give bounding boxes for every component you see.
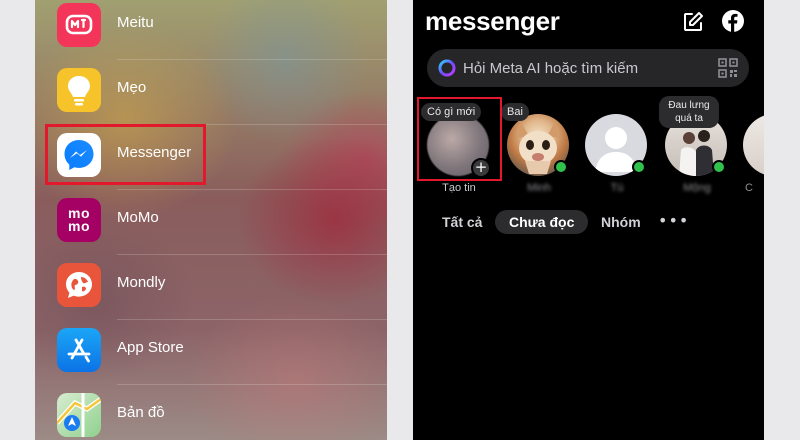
story-name: C	[745, 182, 753, 194]
meitu-icon	[57, 3, 101, 47]
lightbulb-icon	[57, 68, 101, 112]
app-row-meo[interactable]: Mẹo	[35, 60, 387, 125]
online-status-dot	[712, 160, 726, 174]
story-note-bubble: Đau lưng quá ta	[659, 96, 719, 128]
app-row-appstore[interactable]: App Store	[35, 320, 387, 385]
story-tu[interactable]: Tú	[585, 114, 649, 194]
online-status-dot	[632, 160, 646, 174]
app-label-momo: MoMo	[117, 209, 159, 226]
globe-chat-icon	[57, 263, 101, 307]
facebook-icon[interactable]	[721, 9, 745, 33]
online-status-dot	[554, 160, 568, 174]
story-name: Tạo tin	[442, 182, 476, 194]
app-row-momo[interactable]: mo mo MoMo	[35, 190, 387, 255]
app-label-appstore: App Store	[117, 339, 184, 356]
app-store-icon	[57, 328, 101, 372]
momo-icon: mo mo	[57, 198, 101, 242]
story-highlight-box	[417, 97, 502, 181]
tab-unread[interactable]: Chưa đọc	[495, 210, 589, 234]
compose-icon[interactable]	[681, 10, 705, 34]
maps-icon	[57, 393, 101, 437]
app-label-maps: Bản đồ	[117, 404, 165, 421]
search-input[interactable]: Hỏi Meta AI hoặc tìm kiếm	[427, 49, 749, 87]
search-placeholder: Hỏi Meta AI hoặc tìm kiếm	[463, 60, 639, 77]
app-label-meo: Mẹo	[117, 79, 147, 96]
more-options-icon[interactable]: •••	[658, 210, 689, 232]
app-row-meitu[interactable]: Meitu	[35, 0, 387, 60]
app-title: messenger	[425, 6, 560, 36]
app-row-mondly[interactable]: Mondly	[35, 255, 387, 320]
story-minh[interactable]: Minh	[507, 114, 571, 194]
tab-groups[interactable]: Nhóm	[601, 210, 641, 234]
messenger-app-panel: messenger Hỏi Meta AI hoặc tìm kiếm + Tạ…	[413, 0, 764, 440]
tab-all[interactable]: Tất cả	[442, 210, 482, 234]
app-list-panel: Meitu Mẹo Messenger mo mo MoMo Mondly Ap…	[35, 0, 387, 440]
app-label-meitu: Meitu	[117, 14, 154, 31]
story-note-bubble: Bai	[501, 103, 529, 121]
avatar	[743, 114, 764, 176]
app-label-mondly: Mondly	[117, 274, 166, 291]
messenger-highlight-box	[45, 124, 206, 185]
app-row-maps[interactable]: Bản đồ	[35, 385, 387, 440]
qr-code-icon[interactable]	[718, 58, 738, 78]
meta-ai-icon	[438, 59, 456, 77]
story-name: Tú	[610, 182, 624, 194]
momo-icon-text-bottom: mo	[68, 218, 90, 234]
story-c[interactable]: C	[743, 114, 764, 194]
story-name: Minh	[527, 182, 551, 194]
